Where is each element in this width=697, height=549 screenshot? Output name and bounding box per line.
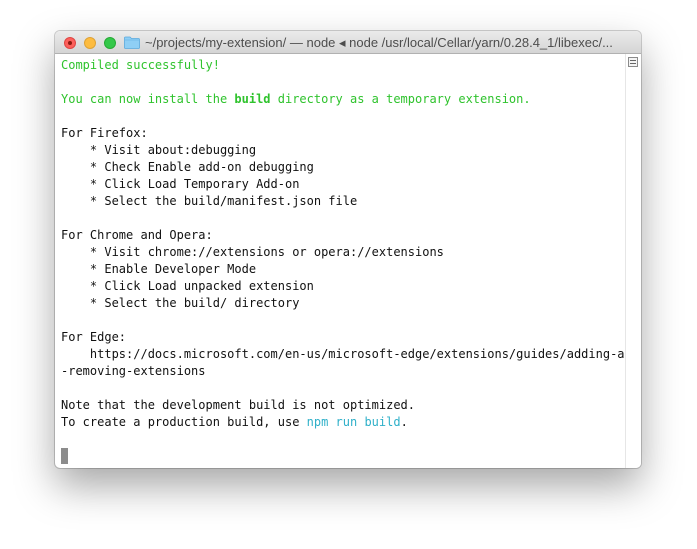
terminal-text: You can now install the bbox=[61, 92, 235, 106]
title-bar[interactable]: ~/projects/my-extension/ — node ◂ node /… bbox=[55, 31, 641, 54]
terminal-text: * Click Load Temporary Add-on bbox=[61, 177, 300, 191]
terminal-line: For Edge: bbox=[61, 329, 625, 346]
terminal-text: npm run build bbox=[306, 415, 401, 429]
terminal-text: For Chrome and Opera: bbox=[61, 228, 213, 242]
maximize-button-icon[interactable] bbox=[104, 37, 116, 49]
terminal-text: * Select the build/manifest.json file bbox=[61, 194, 358, 208]
terminal-text: . bbox=[400, 415, 408, 429]
terminal-text: -removing-extensions bbox=[61, 364, 206, 378]
terminal-line: * Visit about:debugging bbox=[61, 142, 625, 159]
terminal-text: directory as a temporary extension. bbox=[270, 92, 531, 106]
terminal-text: Compiled successfully! bbox=[61, 58, 220, 72]
terminal-line: * Click Load unpacked extension bbox=[61, 278, 625, 295]
window-title: ~/projects/my-extension/ — node ◂ node /… bbox=[145, 35, 613, 50]
terminal-line: For Firefox: bbox=[61, 125, 625, 142]
terminal-output[interactable]: Compiled successfully! You can now instal… bbox=[55, 54, 639, 468]
terminal-line: * Select the build/ directory bbox=[61, 295, 625, 312]
terminal-text: * Select the build/ directory bbox=[61, 296, 300, 310]
terminal-text: * Enable Developer Mode bbox=[61, 262, 257, 276]
scroll-gutter[interactable] bbox=[625, 54, 641, 468]
close-button-icon[interactable] bbox=[64, 37, 76, 49]
terminal-text: https://docs.microsoft.com/en-us/microso… bbox=[61, 347, 639, 361]
terminal-line: Compiled successfully! bbox=[61, 57, 625, 74]
terminal-line: Note that the development build is not o… bbox=[61, 397, 625, 414]
minimize-button-icon[interactable] bbox=[84, 37, 96, 49]
terminal-text: * Visit chrome://extensions or opera://e… bbox=[61, 245, 444, 259]
terminal-line: * Visit chrome://extensions or opera://e… bbox=[61, 244, 625, 261]
terminal-line: https://docs.microsoft.com/en-us/microso… bbox=[61, 346, 639, 363]
folder-icon bbox=[124, 36, 140, 49]
terminal-text: * Visit about:debugging bbox=[61, 143, 257, 157]
terminal-text: For Edge: bbox=[61, 330, 127, 344]
terminal-line: * Select the build/manifest.json file bbox=[61, 193, 625, 210]
terminal-text: build bbox=[234, 92, 271, 106]
terminal-line bbox=[61, 448, 625, 465]
terminal-text: To create a production build, use bbox=[61, 415, 307, 429]
text-cursor bbox=[61, 448, 68, 464]
terminal-text: For Firefox: bbox=[61, 126, 148, 140]
terminal-line: For Chrome and Opera: bbox=[61, 227, 625, 244]
terminal-window: ~/projects/my-extension/ — node ◂ node /… bbox=[55, 31, 641, 468]
terminal-line: -removing-extensions bbox=[61, 363, 625, 380]
terminal-line: * Check Enable add-on debugging bbox=[61, 159, 625, 176]
terminal-text: * Check Enable add-on debugging bbox=[61, 160, 314, 174]
terminal-line: To create a production build, use npm ru… bbox=[61, 414, 625, 431]
terminal-text: * Click Load unpacked extension bbox=[61, 279, 314, 293]
terminal-text: Note that the development build is not o… bbox=[61, 398, 416, 412]
terminal-line: You can now install the build directory … bbox=[61, 91, 625, 108]
terminal-line: * Click Load Temporary Add-on bbox=[61, 176, 625, 193]
terminal-line: * Enable Developer Mode bbox=[61, 261, 625, 278]
scroll-marker-icon[interactable] bbox=[628, 57, 638, 67]
